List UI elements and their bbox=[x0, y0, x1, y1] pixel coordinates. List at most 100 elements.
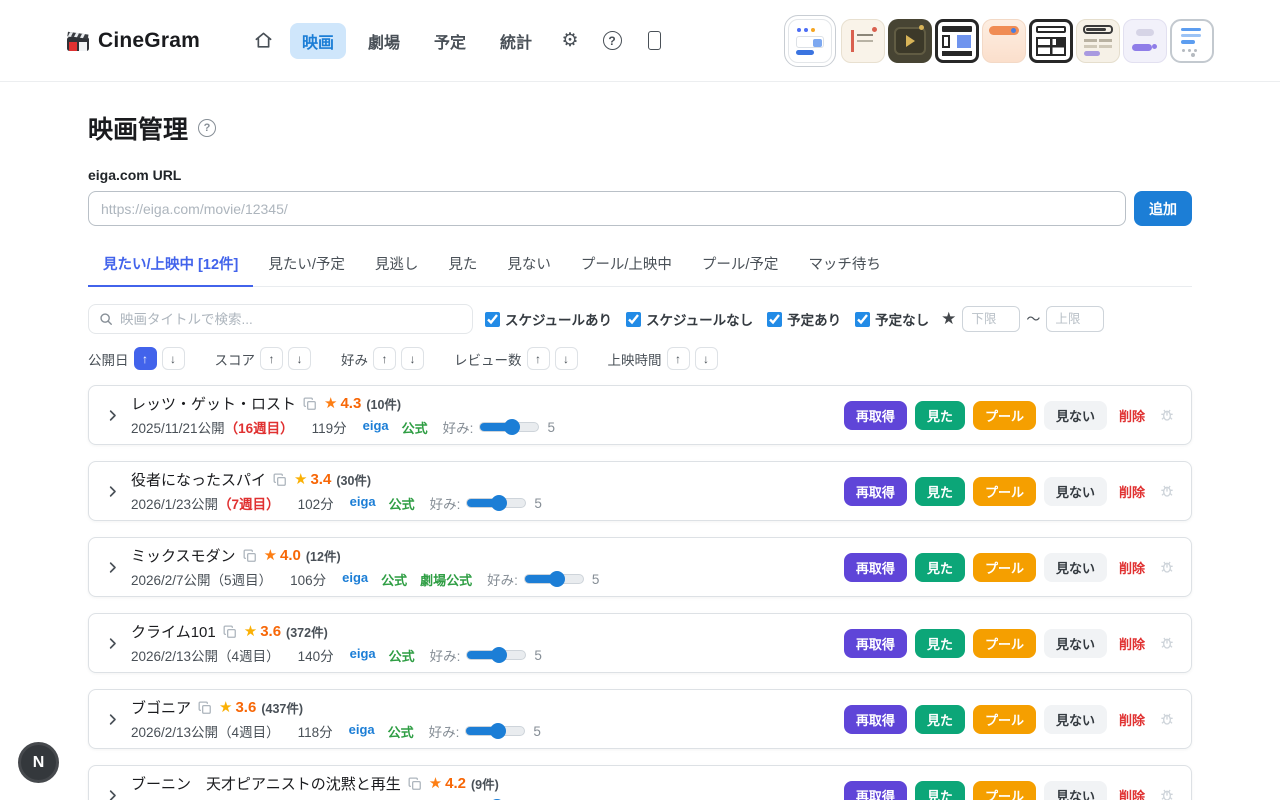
delete-button[interactable]: 削除 bbox=[1115, 705, 1149, 734]
bug-icon[interactable] bbox=[1159, 407, 1175, 423]
score-max-input[interactable] bbox=[1046, 306, 1104, 332]
delete-button[interactable]: 削除 bbox=[1115, 781, 1149, 800]
pool-button[interactable]: プール bbox=[973, 781, 1036, 800]
copy-icon[interactable] bbox=[243, 549, 257, 563]
pool-button[interactable]: プール bbox=[973, 629, 1036, 658]
skip-button[interactable]: 見ない bbox=[1044, 553, 1107, 582]
floating-n-button[interactable]: N bbox=[18, 742, 59, 783]
browser-peach-app-icon[interactable] bbox=[982, 19, 1026, 63]
official-site-link[interactable]: 公式 bbox=[388, 722, 414, 741]
preference-slider[interactable] bbox=[466, 498, 526, 508]
expand-chevron-icon[interactable] bbox=[105, 712, 123, 727]
add-movie-button[interactable]: 追加 bbox=[1134, 191, 1192, 226]
chat-app-icon[interactable] bbox=[1123, 19, 1167, 63]
pool-button[interactable]: プール bbox=[973, 401, 1036, 430]
filter-checkbox[interactable]: 予定なし bbox=[855, 309, 929, 329]
slider-thumb[interactable] bbox=[491, 495, 507, 511]
copy-icon[interactable] bbox=[198, 701, 212, 715]
expand-chevron-icon[interactable] bbox=[105, 408, 123, 423]
video-player-app-icon[interactable] bbox=[888, 19, 932, 63]
skip-button[interactable]: 見ない bbox=[1044, 629, 1107, 658]
sort-desc-icon[interactable]: ↓ bbox=[695, 347, 718, 370]
sort-asc-icon[interactable]: ↑ bbox=[527, 347, 550, 370]
delete-button[interactable]: 削除 bbox=[1115, 629, 1149, 658]
mobile-preview-app-icon[interactable] bbox=[1170, 19, 1214, 63]
home-icon[interactable] bbox=[248, 25, 280, 57]
preference-slider[interactable] bbox=[466, 650, 526, 660]
dashboard-app-icon[interactable] bbox=[788, 19, 832, 63]
skip-button[interactable]: 見ない bbox=[1044, 401, 1107, 430]
refetch-button[interactable]: 再取得 bbox=[844, 781, 907, 800]
delete-button[interactable]: 削除 bbox=[1115, 401, 1149, 430]
skip-button[interactable]: 見ない bbox=[1044, 477, 1107, 506]
pool-button[interactable]: プール bbox=[973, 705, 1036, 734]
eiga-url-input[interactable] bbox=[88, 191, 1126, 226]
official-site-link[interactable]: 劇場公式 bbox=[420, 570, 472, 589]
eiga-link[interactable]: eiga bbox=[349, 722, 375, 741]
refetch-button[interactable]: 再取得 bbox=[844, 705, 907, 734]
tab-2[interactable]: 見逃し bbox=[360, 243, 434, 287]
filter-checkbox[interactable]: 予定あり bbox=[767, 309, 841, 329]
watched-button[interactable]: 見た bbox=[915, 705, 965, 734]
slider-thumb[interactable] bbox=[491, 647, 507, 663]
mobile-icon[interactable] bbox=[638, 25, 670, 57]
official-site-link[interactable]: 公式 bbox=[402, 418, 428, 437]
news-layout-app-icon[interactable] bbox=[935, 19, 979, 63]
bug-icon[interactable] bbox=[1159, 483, 1175, 499]
pool-button[interactable]: プール bbox=[973, 477, 1036, 506]
preference-slider[interactable] bbox=[479, 422, 539, 432]
expand-chevron-icon[interactable] bbox=[105, 788, 123, 800]
help-icon[interactable]: ? bbox=[596, 25, 628, 57]
official-site-link[interactable]: 公式 bbox=[389, 494, 415, 513]
preference-slider[interactable] bbox=[465, 726, 525, 736]
sort-asc-icon[interactable]: ↑ bbox=[373, 347, 396, 370]
bug-icon[interactable] bbox=[1159, 635, 1175, 651]
watched-button[interactable]: 見た bbox=[915, 553, 965, 582]
sort-asc-icon[interactable]: ↑ bbox=[667, 347, 690, 370]
search-input[interactable] bbox=[120, 312, 462, 327]
help-icon[interactable]: ? bbox=[198, 119, 216, 137]
official-site-link[interactable]: 公式 bbox=[381, 570, 407, 589]
nav-item-stats[interactable]: 統計 bbox=[488, 23, 544, 59]
sort-desc-icon[interactable]: ↓ bbox=[555, 347, 578, 370]
eiga-link[interactable]: eiga bbox=[363, 418, 389, 437]
filter-checkbox[interactable]: スケジュールなし bbox=[626, 309, 753, 329]
filter-checkbox[interactable]: スケジュールあり bbox=[485, 309, 612, 329]
preference-slider[interactable] bbox=[524, 574, 584, 584]
slider-thumb[interactable] bbox=[549, 571, 565, 587]
score-min-input[interactable] bbox=[962, 306, 1020, 332]
refetch-button[interactable]: 再取得 bbox=[844, 477, 907, 506]
sort-desc-icon[interactable]: ↓ bbox=[401, 347, 424, 370]
checkbox-input[interactable] bbox=[767, 312, 782, 327]
search-box[interactable] bbox=[88, 304, 473, 334]
skip-button[interactable]: 見ない bbox=[1044, 705, 1107, 734]
sort-asc-icon[interactable]: ↑ bbox=[260, 347, 283, 370]
expand-chevron-icon[interactable] bbox=[105, 560, 123, 575]
pool-button[interactable]: プール bbox=[973, 553, 1036, 582]
copy-icon[interactable] bbox=[408, 777, 422, 791]
slider-thumb[interactable] bbox=[490, 723, 506, 739]
tab-4[interactable]: 見ない bbox=[492, 243, 566, 287]
eiga-link[interactable]: eiga bbox=[350, 646, 376, 665]
copy-icon[interactable] bbox=[223, 625, 237, 639]
eiga-link[interactable]: eiga bbox=[350, 494, 376, 513]
sort-desc-icon[interactable]: ↓ bbox=[288, 347, 311, 370]
sort-asc-icon[interactable]: ↑ bbox=[134, 347, 157, 370]
delete-button[interactable]: 削除 bbox=[1115, 477, 1149, 506]
official-site-link[interactable]: 公式 bbox=[389, 646, 415, 665]
bug-icon[interactable] bbox=[1159, 711, 1175, 727]
refetch-button[interactable]: 再取得 bbox=[844, 553, 907, 582]
nav-item-movies[interactable]: 映画 bbox=[290, 23, 346, 59]
gear-icon[interactable]: ⚙ bbox=[554, 25, 586, 57]
slider-thumb[interactable] bbox=[504, 419, 520, 435]
refetch-button[interactable]: 再取得 bbox=[844, 629, 907, 658]
tab-6[interactable]: プール/予定 bbox=[687, 243, 794, 287]
tab-1[interactable]: 見たい/予定 bbox=[253, 243, 360, 287]
expand-chevron-icon[interactable] bbox=[105, 484, 123, 499]
notes-app-icon[interactable] bbox=[841, 19, 885, 63]
tab-5[interactable]: プール/上映中 bbox=[566, 243, 687, 287]
refetch-button[interactable]: 再取得 bbox=[844, 401, 907, 430]
nav-item-schedule[interactable]: 予定 bbox=[422, 23, 478, 59]
watched-button[interactable]: 見た bbox=[915, 629, 965, 658]
copy-icon[interactable] bbox=[303, 397, 317, 411]
